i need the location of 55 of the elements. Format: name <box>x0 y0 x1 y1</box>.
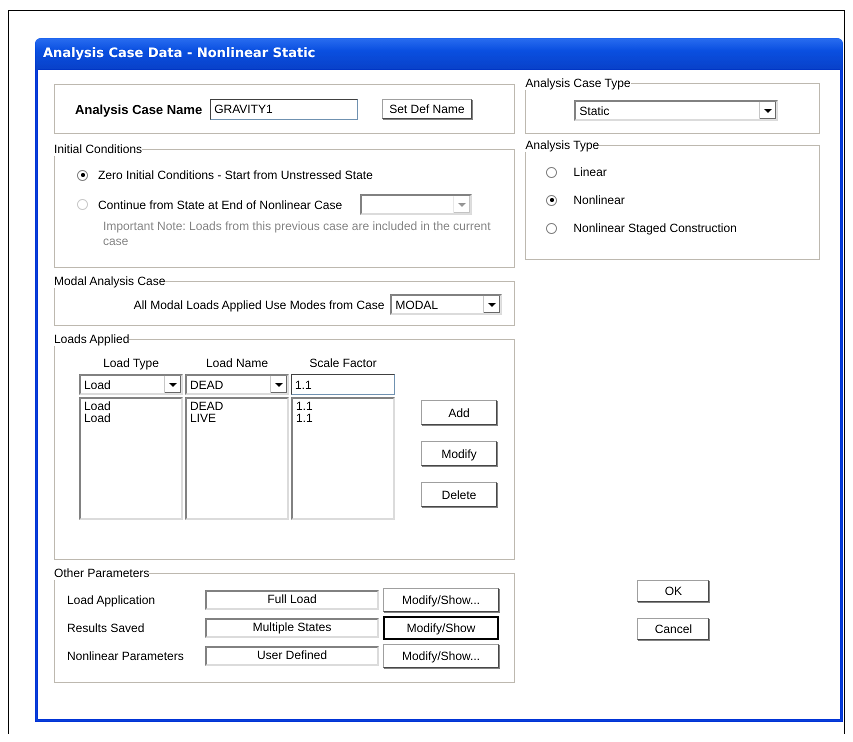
note-text: Important Note: Loads from this previous case are included in the current case <box>102 219 492 249</box>
caret-icon <box>458 202 466 206</box>
group-title: Analysis Case Type <box>525 76 631 90</box>
modal-case-dropdown[interactable]: MODAL <box>390 294 502 315</box>
field-label: All Modal Loads Applied Use Modes from Case <box>134 298 384 312</box>
window-title: Analysis Case Data - Nonlinear Static <box>35 38 843 70</box>
radio-button[interactable] <box>77 199 88 210</box>
parameter-label: Results Saved <box>67 621 146 635</box>
column-header: Load Name <box>204 355 270 372</box>
list-item[interactable]: LIVE <box>190 412 216 424</box>
dialog-button[interactable]: OK <box>637 580 710 602</box>
group-title: Loads Applied <box>54 332 130 346</box>
column-header: Scale Factor <box>308 355 378 372</box>
radio-button[interactable] <box>77 170 88 180</box>
caret-icon <box>764 108 772 112</box>
option-label: Linear <box>573 165 607 179</box>
dialog-button[interactable]: Cancel <box>637 618 710 640</box>
group-title: Modal Analysis Case <box>54 274 166 288</box>
field-label: Analysis Case Name <box>75 102 202 116</box>
option-label: Nonlinear <box>573 193 625 207</box>
list-item[interactable]: 1.1 <box>296 412 313 424</box>
load-type-dropdown[interactable]: Load <box>79 374 183 395</box>
set-def-name-button[interactable]: Set Def Name <box>382 99 472 119</box>
caret-icon <box>169 382 177 386</box>
input-field[interactable]: GRAVITY1 <box>210 98 358 120</box>
action-button[interactable]: Add <box>421 400 497 425</box>
option-label: Zero Initial Conditions - Start from Unstressed State <box>98 168 373 182</box>
radio-button[interactable] <box>546 194 558 206</box>
radio-button[interactable] <box>546 222 558 234</box>
option-label: Nonlinear Staged Construction <box>573 221 737 235</box>
parameter-label: Nonlinear Parameters <box>67 649 185 663</box>
caret-icon <box>275 382 283 386</box>
group-title: Initial Conditions <box>54 142 142 156</box>
column-header: Load Type <box>102 355 160 372</box>
modify-show-button[interactable]: Modify/Show... <box>383 644 499 668</box>
value-display: Multiple States <box>205 618 379 638</box>
value-display: Full Load <box>205 590 379 610</box>
case-type-dropdown[interactable]: Static <box>574 100 778 121</box>
radio-button[interactable] <box>546 166 558 178</box>
list-item[interactable]: 1.1 <box>296 400 313 412</box>
modify-show-button[interactable]: Modify/Show... <box>383 588 499 612</box>
scale-factor-field[interactable]: 1.1 <box>291 374 395 395</box>
action-button[interactable]: Delete <box>421 482 497 507</box>
group-title: Other Parameters <box>54 566 150 580</box>
caret-icon <box>488 302 496 306</box>
parameter-label: Load Application <box>67 593 156 607</box>
load-name-dropdown[interactable]: DEAD <box>185 374 289 395</box>
list-item[interactable]: DEAD <box>190 400 224 412</box>
action-button[interactable]: Modify <box>421 441 497 466</box>
option-label: Continue from State at End of Nonlinear Case <box>98 198 342 212</box>
list-item[interactable]: Load <box>84 412 111 424</box>
group-title: Analysis Type <box>525 138 600 152</box>
modify-show-button[interactable]: Modify/Show <box>383 616 499 640</box>
list-item[interactable]: Load <box>84 400 111 412</box>
value-display: User Defined <box>205 646 379 666</box>
